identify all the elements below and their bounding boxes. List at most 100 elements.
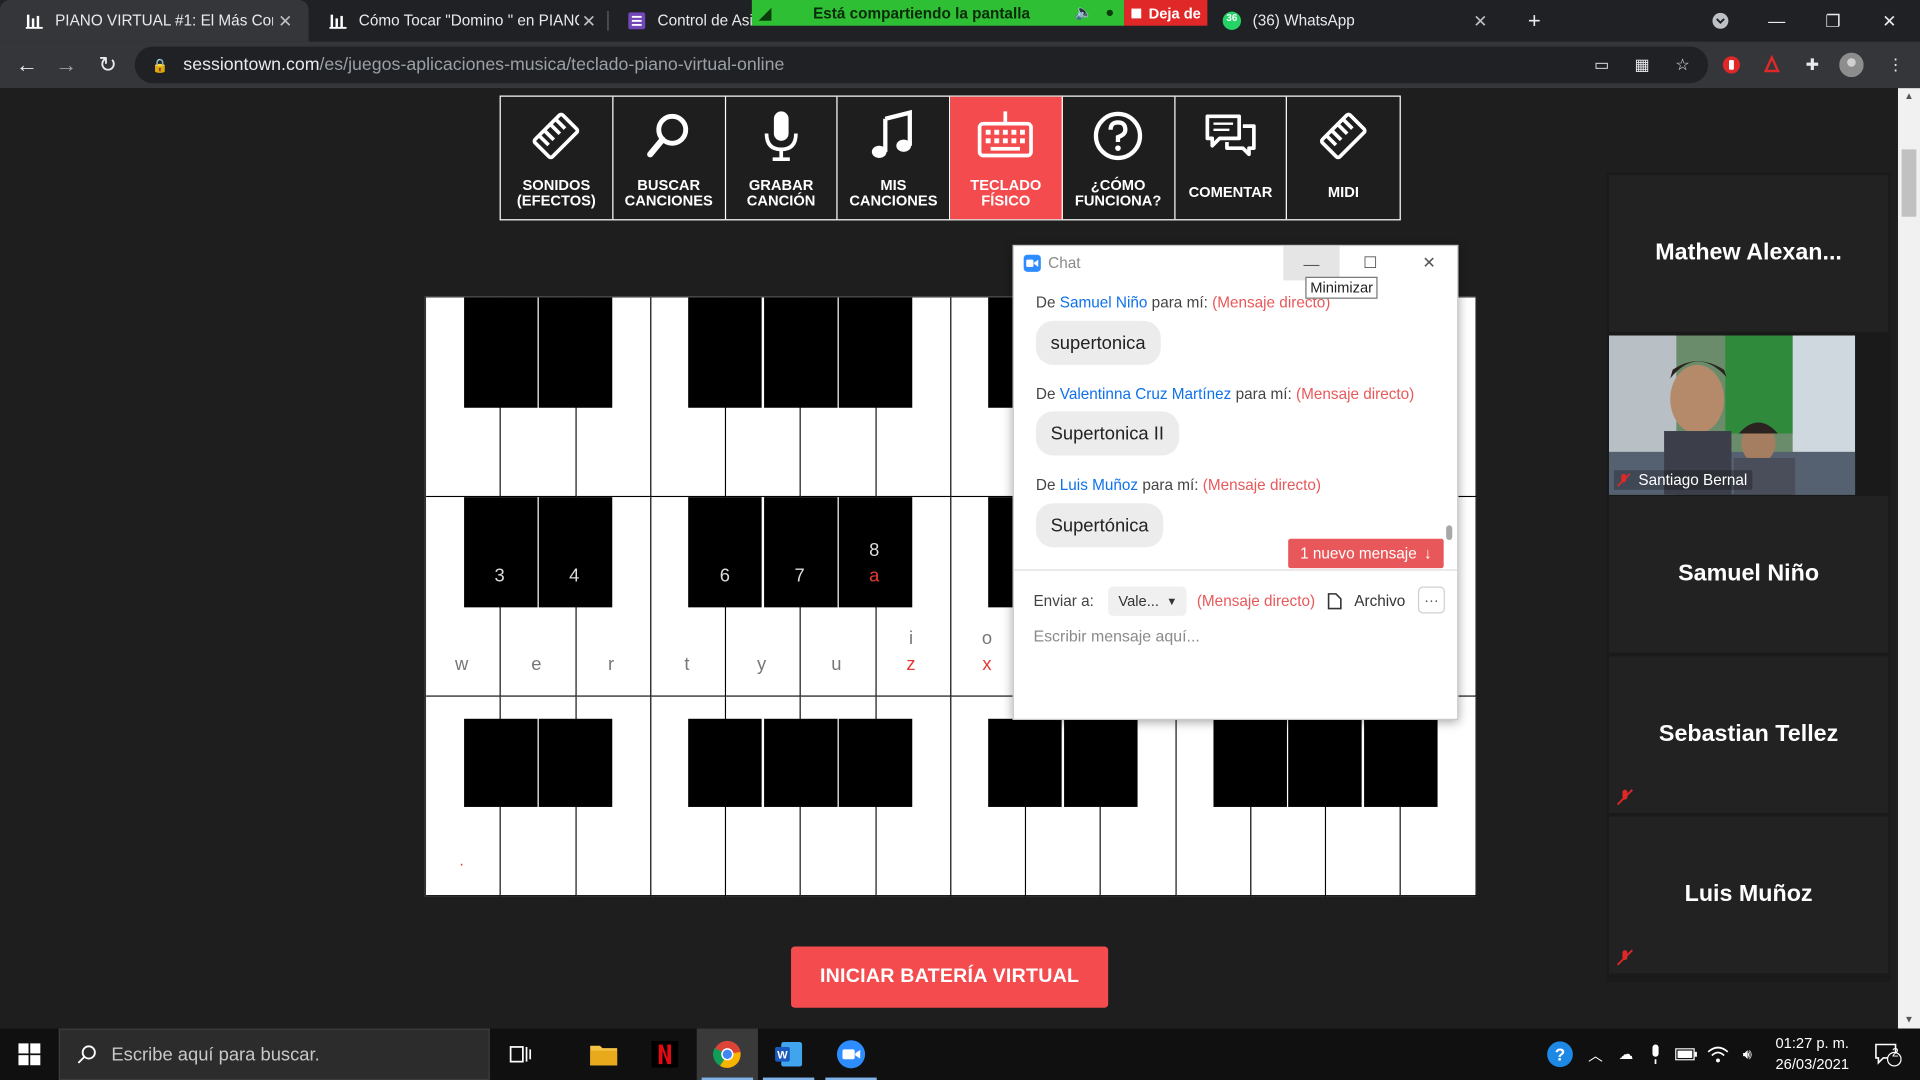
close-tab-icon[interactable]: ✕ — [274, 10, 296, 32]
start-virtual-drums-button[interactable]: INICIAR BATERÍA VIRTUAL — [791, 946, 1109, 1008]
black-key[interactable] — [688, 297, 763, 408]
black-key[interactable] — [688, 718, 763, 807]
qr-code-icon[interactable]: ▦ — [1630, 53, 1654, 77]
stop-sharing-button[interactable]: Deja de — [1124, 0, 1208, 26]
participant-tile-video[interactable]: Santiago Bernal — [1608, 335, 1889, 495]
task-view-icon[interactable] — [490, 1029, 551, 1080]
extension-hand-icon[interactable] — [1719, 53, 1743, 77]
menu-sonidos[interactable]: SONIDOS (EFECTOS) — [501, 96, 614, 220]
wifi-icon[interactable] — [1705, 1029, 1732, 1080]
pdf-extension-icon[interactable] — [1760, 53, 1784, 77]
reload-icon[interactable]: ↻ — [91, 49, 125, 81]
chat-scroll-thumb[interactable] — [1446, 525, 1453, 541]
black-key[interactable] — [988, 718, 1063, 807]
menu-comentar[interactable]: COMENTAR — [1175, 96, 1288, 220]
microphone-tray-icon[interactable] — [1643, 1029, 1667, 1080]
participant-tile[interactable]: Sebastian Tellez — [1608, 656, 1889, 814]
menu-midi[interactable]: MIDI — [1287, 97, 1399, 219]
menu-teclado-fisico[interactable]: TECLADO FÍSICO — [950, 96, 1063, 220]
system-clock[interactable]: 01:27 p. m. 26/03/2021 — [1763, 1033, 1861, 1075]
sender-name[interactable]: Valentinna Cruz Martínez — [1060, 386, 1232, 403]
extensions-puzzle-icon[interactable]: ✚ — [1800, 53, 1824, 77]
chat-maximize-icon[interactable]: ☐ — [1342, 246, 1398, 280]
netflix-icon[interactable] — [634, 1029, 695, 1080]
music-note-icon — [864, 107, 923, 166]
notifications-icon[interactable]: 2 — [1864, 1029, 1913, 1080]
new-tab-button[interactable]: + — [1506, 0, 1562, 42]
chevron-up-icon[interactable]: ︿ — [1585, 1029, 1607, 1080]
lock-icon[interactable]: 🔒 — [152, 57, 169, 73]
black-key[interactable] — [538, 718, 613, 807]
tab-search-icon[interactable] — [1692, 0, 1748, 42]
more-options-button[interactable]: ··· — [1417, 586, 1445, 614]
file-button[interactable]: Archivo — [1327, 593, 1405, 610]
recipient-select[interactable]: Vale... ▼ — [1108, 586, 1188, 616]
chat-close-icon[interactable]: ✕ — [1401, 246, 1457, 280]
file-explorer-icon[interactable] — [573, 1029, 634, 1080]
black-key[interactable] — [1063, 718, 1138, 807]
close-window-icon[interactable]: ✕ — [1861, 0, 1917, 42]
menu-grabar-cancion[interactable]: GRABAR CANCIÓN — [726, 96, 838, 220]
participant-tile[interactable]: Luis Muñoz — [1608, 816, 1889, 974]
black-key[interactable] — [1363, 718, 1438, 807]
black-key[interactable] — [763, 297, 838, 408]
volume-icon[interactable]: 🔊︎ — [1734, 1029, 1761, 1080]
close-tab-icon[interactable]: ✕ — [578, 10, 600, 32]
new-message-button[interactable]: 1 nuevo mensaje ↓ — [1288, 538, 1444, 569]
direct-message-tag: (Mensaje directo) — [1296, 385, 1415, 403]
cast-icon[interactable]: ▭ — [1589, 53, 1613, 77]
audio-icon[interactable]: 🔈 — [1075, 4, 1093, 21]
tab-whatsapp[interactable]: 36 (36) WhatsApp ✕ — [1198, 0, 1504, 42]
chat-message-input[interactable] — [1033, 623, 1438, 648]
onedrive-icon[interactable]: ☁ — [1611, 1029, 1640, 1080]
zoom-taskbar-icon[interactable] — [820, 1029, 881, 1080]
black-key[interactable] — [763, 718, 838, 807]
tab-piano-virtual[interactable]: PIANO VIRTUAL #1: El Más Comp ✕ — [0, 0, 309, 42]
restore-window-icon[interactable]: ❐ — [1805, 0, 1861, 42]
back-icon[interactable]: ← — [10, 49, 44, 81]
menu-buscar-canciones[interactable]: BUSCAR CANCIONES — [613, 96, 726, 220]
chat-scrollbar[interactable] — [1445, 285, 1453, 567]
black-key[interactable] — [463, 497, 538, 608]
scroll-up-icon[interactable]: ▲ — [1903, 91, 1915, 102]
participant-tile[interactable]: Samuel Niño — [1608, 495, 1889, 653]
scroll-thumb[interactable] — [1901, 149, 1917, 217]
forward-icon[interactable]: → — [49, 49, 83, 81]
minimize-window-icon[interactable]: — — [1749, 0, 1805, 42]
address-bar[interactable]: 🔒 sessiontown.com/es/juegos-aplicaciones… — [134, 46, 1709, 84]
black-key[interactable] — [838, 718, 913, 807]
participant-tile[interactable]: Mathew Alexan... — [1608, 175, 1889, 332]
black-key[interactable] — [1288, 718, 1363, 807]
chrome-menu-icon[interactable]: ⋮ — [1883, 53, 1907, 77]
chat-minimize-icon[interactable]: — — [1283, 246, 1340, 281]
sender-name[interactable]: Samuel Niño — [1060, 294, 1148, 311]
bookmark-star-icon[interactable]: ☆ — [1670, 53, 1694, 77]
battery-icon[interactable] — [1673, 1029, 1700, 1080]
chrome-taskbar-icon[interactable] — [696, 1028, 758, 1080]
black-key[interactable] — [763, 497, 838, 608]
sender-name[interactable]: Luis Muñoz — [1060, 476, 1138, 493]
black-key[interactable] — [1213, 718, 1288, 807]
menu-mis-canciones[interactable]: MIS CANCIONES — [838, 96, 951, 220]
black-key[interactable] — [538, 297, 613, 408]
black-key[interactable] — [538, 497, 613, 608]
taskbar-search-box[interactable]: Escribe aquí para buscar. — [58, 1028, 490, 1080]
tab-control-asistencia[interactable]: Control de Asis — [602, 0, 761, 42]
black-key[interactable] — [838, 297, 913, 408]
help-icon[interactable]: ? — [1543, 1029, 1577, 1080]
key-label: i — [908, 628, 914, 649]
forms-favicon-icon — [627, 11, 647, 31]
close-tab-icon[interactable]: ✕ — [1469, 10, 1491, 32]
black-key[interactable] — [463, 718, 538, 807]
scroll-down-icon[interactable]: ▼ — [1903, 1014, 1915, 1025]
page-scrollbar[interactable]: ▲ ▼ — [1897, 88, 1920, 1029]
word-icon[interactable]: W — [758, 1029, 819, 1080]
black-key[interactable] — [463, 297, 538, 408]
profile-avatar-icon[interactable] — [1839, 52, 1864, 78]
search-icon — [77, 1045, 96, 1064]
menu-como-funciona[interactable]: ¿CÓMO FUNCIONA? — [1063, 96, 1175, 220]
windows-start-icon[interactable] — [0, 1029, 59, 1080]
black-key[interactable] — [688, 497, 763, 608]
tab-como-tocar[interactable]: Cómo Tocar "Domino " en PIANO ✕ — [304, 0, 613, 42]
chat-message-list[interactable]: De Samuel Niño para mí: (Mensaje directo… — [1014, 283, 1445, 567]
